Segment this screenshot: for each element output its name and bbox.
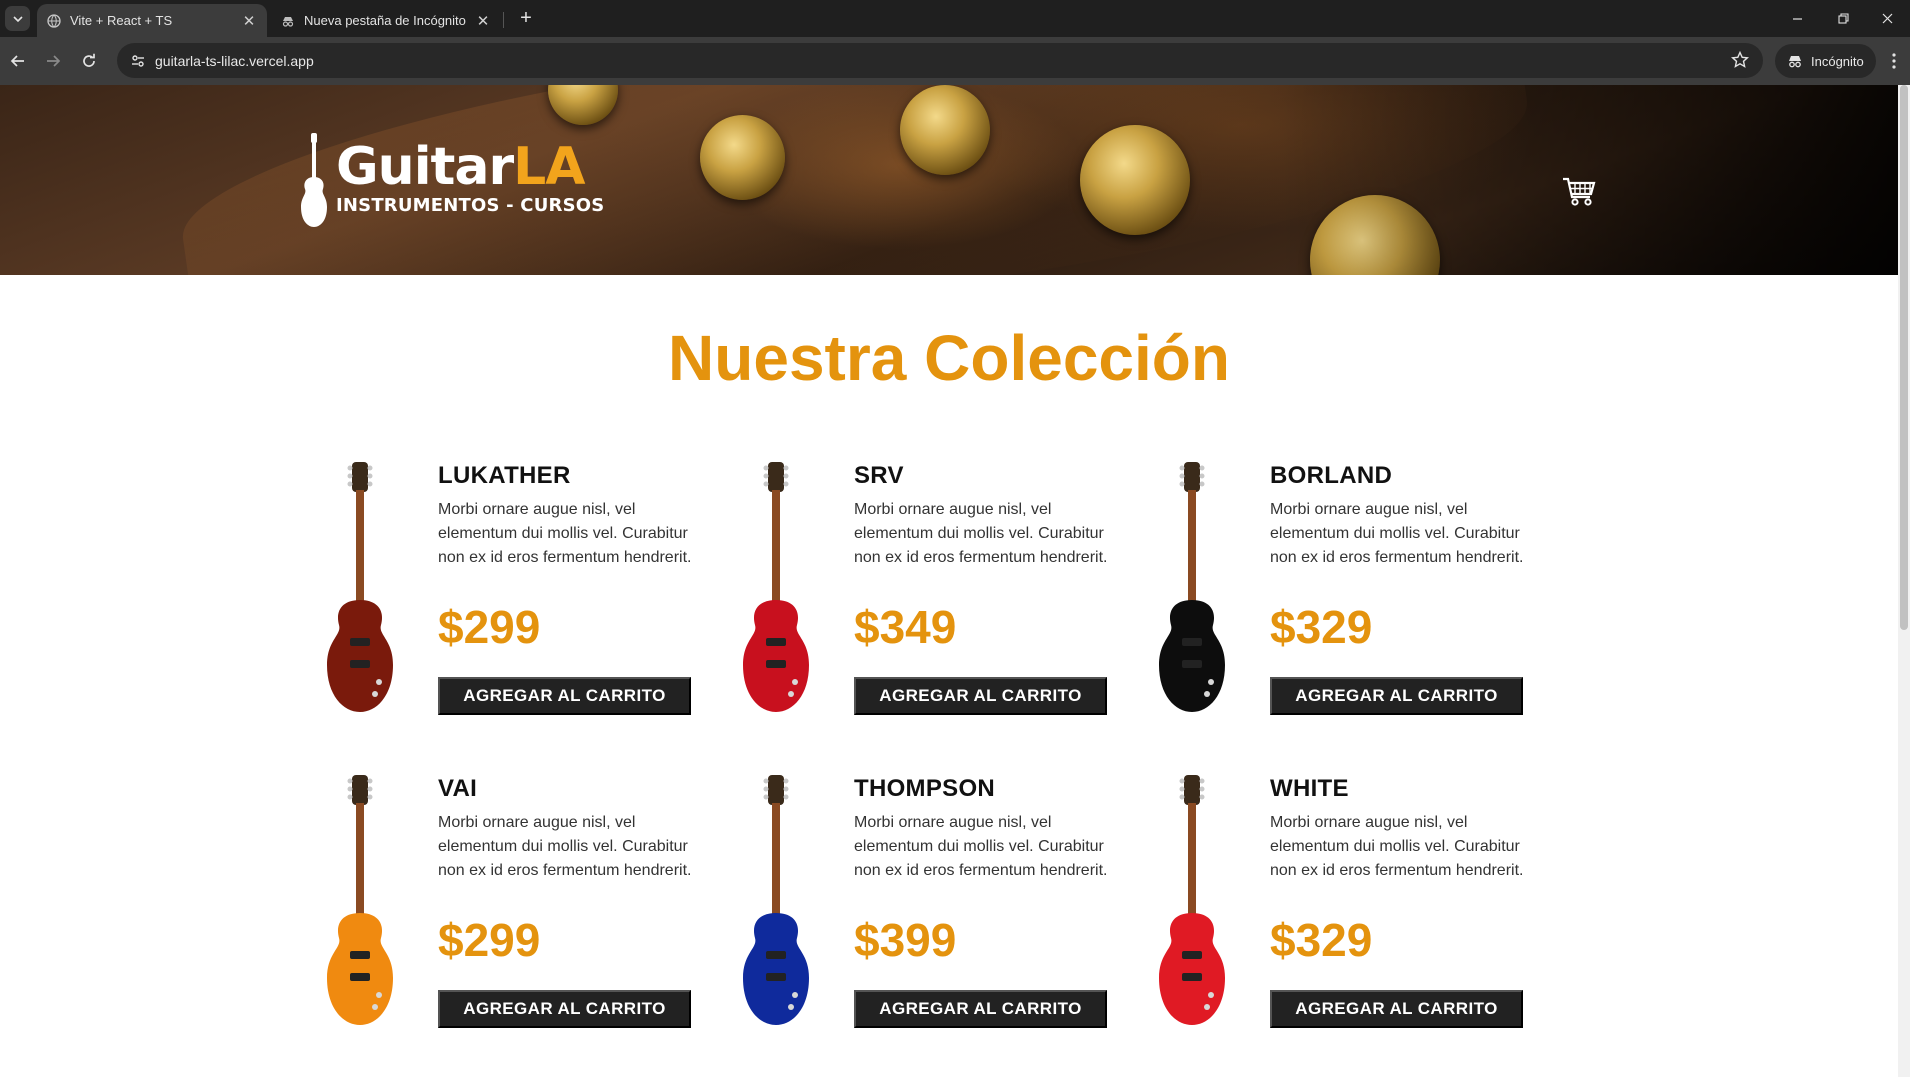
product-name: THOMPSON — [854, 775, 996, 802]
product-card: BORLAND Morbi ornare augue nisl, vel ele… — [1137, 460, 1557, 750]
more-vert-icon — [1892, 53, 1896, 69]
browser-menu-button[interactable] — [1880, 47, 1908, 75]
product-card: WHITE Morbi ornare augue nisl, vel eleme… — [1137, 773, 1557, 1063]
globe-icon — [47, 13, 61, 28]
reload-icon — [83, 53, 95, 67]
close-icon — [1882, 13, 1892, 24]
guitar-body — [327, 600, 393, 712]
product-card: THOMPSON Morbi ornare augue nisl, vel el… — [721, 773, 1141, 1063]
add-to-cart-button[interactable]: AGREGAR AL CARRITO — [438, 990, 691, 1028]
product-price: $399 — [854, 914, 957, 966]
tab-vite-react[interactable]: Vite + React + TS ✕ — [37, 4, 267, 37]
incognito-profile-button[interactable]: Incógnito — [1775, 44, 1876, 78]
guitar-body — [1159, 600, 1225, 712]
page-viewport: GuitarLA INSTRUMENTOS - CURSOS Nuestra C… — [0, 85, 1898, 1077]
guitar-body — [743, 913, 809, 1025]
new-tab-button[interactable]: + — [513, 5, 539, 31]
add-to-cart-button[interactable]: AGREGAR AL CARRITO — [1270, 677, 1523, 715]
product-price: $329 — [1270, 601, 1373, 653]
forward-button[interactable] — [39, 47, 67, 75]
add-to-cart-button[interactable]: AGREGAR AL CARRITO — [1270, 990, 1523, 1028]
incognito-icon — [1789, 56, 1801, 68]
site-settings-icon[interactable] — [121, 43, 155, 78]
close-window-button[interactable] — [1864, 0, 1910, 37]
product-card: LUKATHER Morbi ornare augue nisl, vel el… — [305, 460, 725, 750]
tab-incognito[interactable]: Nueva pestaña de Incógnito ✕ — [271, 4, 501, 37]
close-tab-icon[interactable]: ✕ — [475, 12, 491, 30]
product-card: SRV Morbi ornare augue nisl, vel element… — [721, 460, 1141, 750]
guitar-image — [743, 462, 809, 712]
product-name: LUKATHER — [438, 462, 571, 489]
tab-title: Vite + React + TS — [70, 13, 173, 28]
product-grid: LUKATHER Morbi ornare augue nisl, vel el… — [305, 460, 1565, 1070]
guitar-image — [1159, 462, 1225, 712]
shopping-cart-icon[interactable] — [1562, 177, 1596, 207]
arrow-right-icon — [47, 55, 61, 67]
site-logo[interactable]: GuitarLA INSTRUMENTOS - CURSOS — [298, 133, 608, 233]
add-to-cart-button[interactable]: AGREGAR AL CARRITO — [854, 677, 1107, 715]
product-price: $299 — [438, 914, 541, 966]
scrollbar-thumb[interactable] — [1900, 85, 1908, 630]
add-to-cart-button[interactable]: AGREGAR AL CARRITO — [438, 677, 691, 715]
guitar-body — [327, 913, 393, 1025]
tuning-peg — [700, 115, 785, 200]
product-price: $299 — [438, 601, 541, 653]
product-description: Morbi ornare augue nisl, vel elementum d… — [1270, 814, 1524, 879]
restore-icon — [1837, 13, 1849, 24]
restore-button[interactable] — [1820, 0, 1866, 37]
back-button[interactable] — [4, 47, 32, 75]
bookmark-star-icon[interactable] — [1730, 50, 1750, 74]
product-description: Morbi ornare augue nisl, vel elementum d… — [438, 814, 692, 879]
logo-wordmark: GuitarLA — [336, 137, 586, 197]
guitar-image — [327, 462, 393, 712]
tuning-peg — [900, 85, 990, 175]
product-price: $329 — [1270, 914, 1373, 966]
product-description: Morbi ornare augue nisl, vel elementum d… — [438, 501, 692, 566]
tab-title: Nueva pestaña de Incógnito — [304, 13, 466, 28]
address-bar[interactable]: guitarla-ts-lilac.vercel.app — [117, 43, 1763, 78]
browser-tab-bar: Vite + React + TS ✕ Nueva pestaña de Inc… — [0, 0, 1910, 37]
site-header: GuitarLA INSTRUMENTOS - CURSOS — [0, 85, 1898, 275]
tab-divider — [503, 12, 504, 28]
minimize-button[interactable] — [1774, 0, 1820, 37]
guitar-body — [743, 600, 809, 712]
reload-button[interactable] — [75, 47, 103, 75]
browser-toolbar: guitarla-ts-lilac.vercel.app Incógnito — [0, 37, 1910, 85]
add-to-cart-button[interactable]: AGREGAR AL CARRITO — [854, 990, 1107, 1028]
guitar-image — [327, 775, 393, 1025]
tab-search-button[interactable] — [5, 6, 30, 31]
logo-tagline: INSTRUMENTOS - CURSOS — [336, 195, 605, 216]
guitar-image — [743, 775, 809, 1025]
product-name: VAI — [438, 775, 478, 802]
guitar-body — [1159, 913, 1225, 1025]
product-description: Morbi ornare augue nisl, vel elementum d… — [854, 501, 1108, 566]
chevron-down-icon — [12, 15, 23, 22]
product-price: $349 — [854, 601, 957, 653]
profile-label: Incógnito — [1811, 53, 1864, 69]
page-scrollbar[interactable] — [1898, 85, 1910, 1077]
product-name: BORLAND — [1270, 462, 1393, 489]
product-description: Morbi ornare augue nisl, vel elementum d… — [854, 814, 1108, 879]
url-text[interactable]: guitarla-ts-lilac.vercel.app — [155, 53, 314, 69]
close-tab-icon[interactable]: ✕ — [241, 12, 257, 30]
collection-heading: Nuestra Colección — [668, 322, 1230, 394]
product-name: SRV — [854, 462, 904, 489]
arrow-left-icon — [10, 55, 24, 67]
guitar-logo-icon — [301, 133, 327, 227]
product-description: Morbi ornare augue nisl, vel elementum d… — [1270, 501, 1524, 566]
plus-icon: + — [520, 6, 532, 29]
incognito-icon — [281, 14, 295, 28]
minimize-icon — [1792, 18, 1802, 20]
guitar-image — [1159, 775, 1225, 1025]
tuning-peg — [1080, 125, 1190, 235]
product-card: VAI Morbi ornare augue nisl, vel element… — [305, 773, 725, 1063]
product-name: WHITE — [1270, 775, 1349, 802]
